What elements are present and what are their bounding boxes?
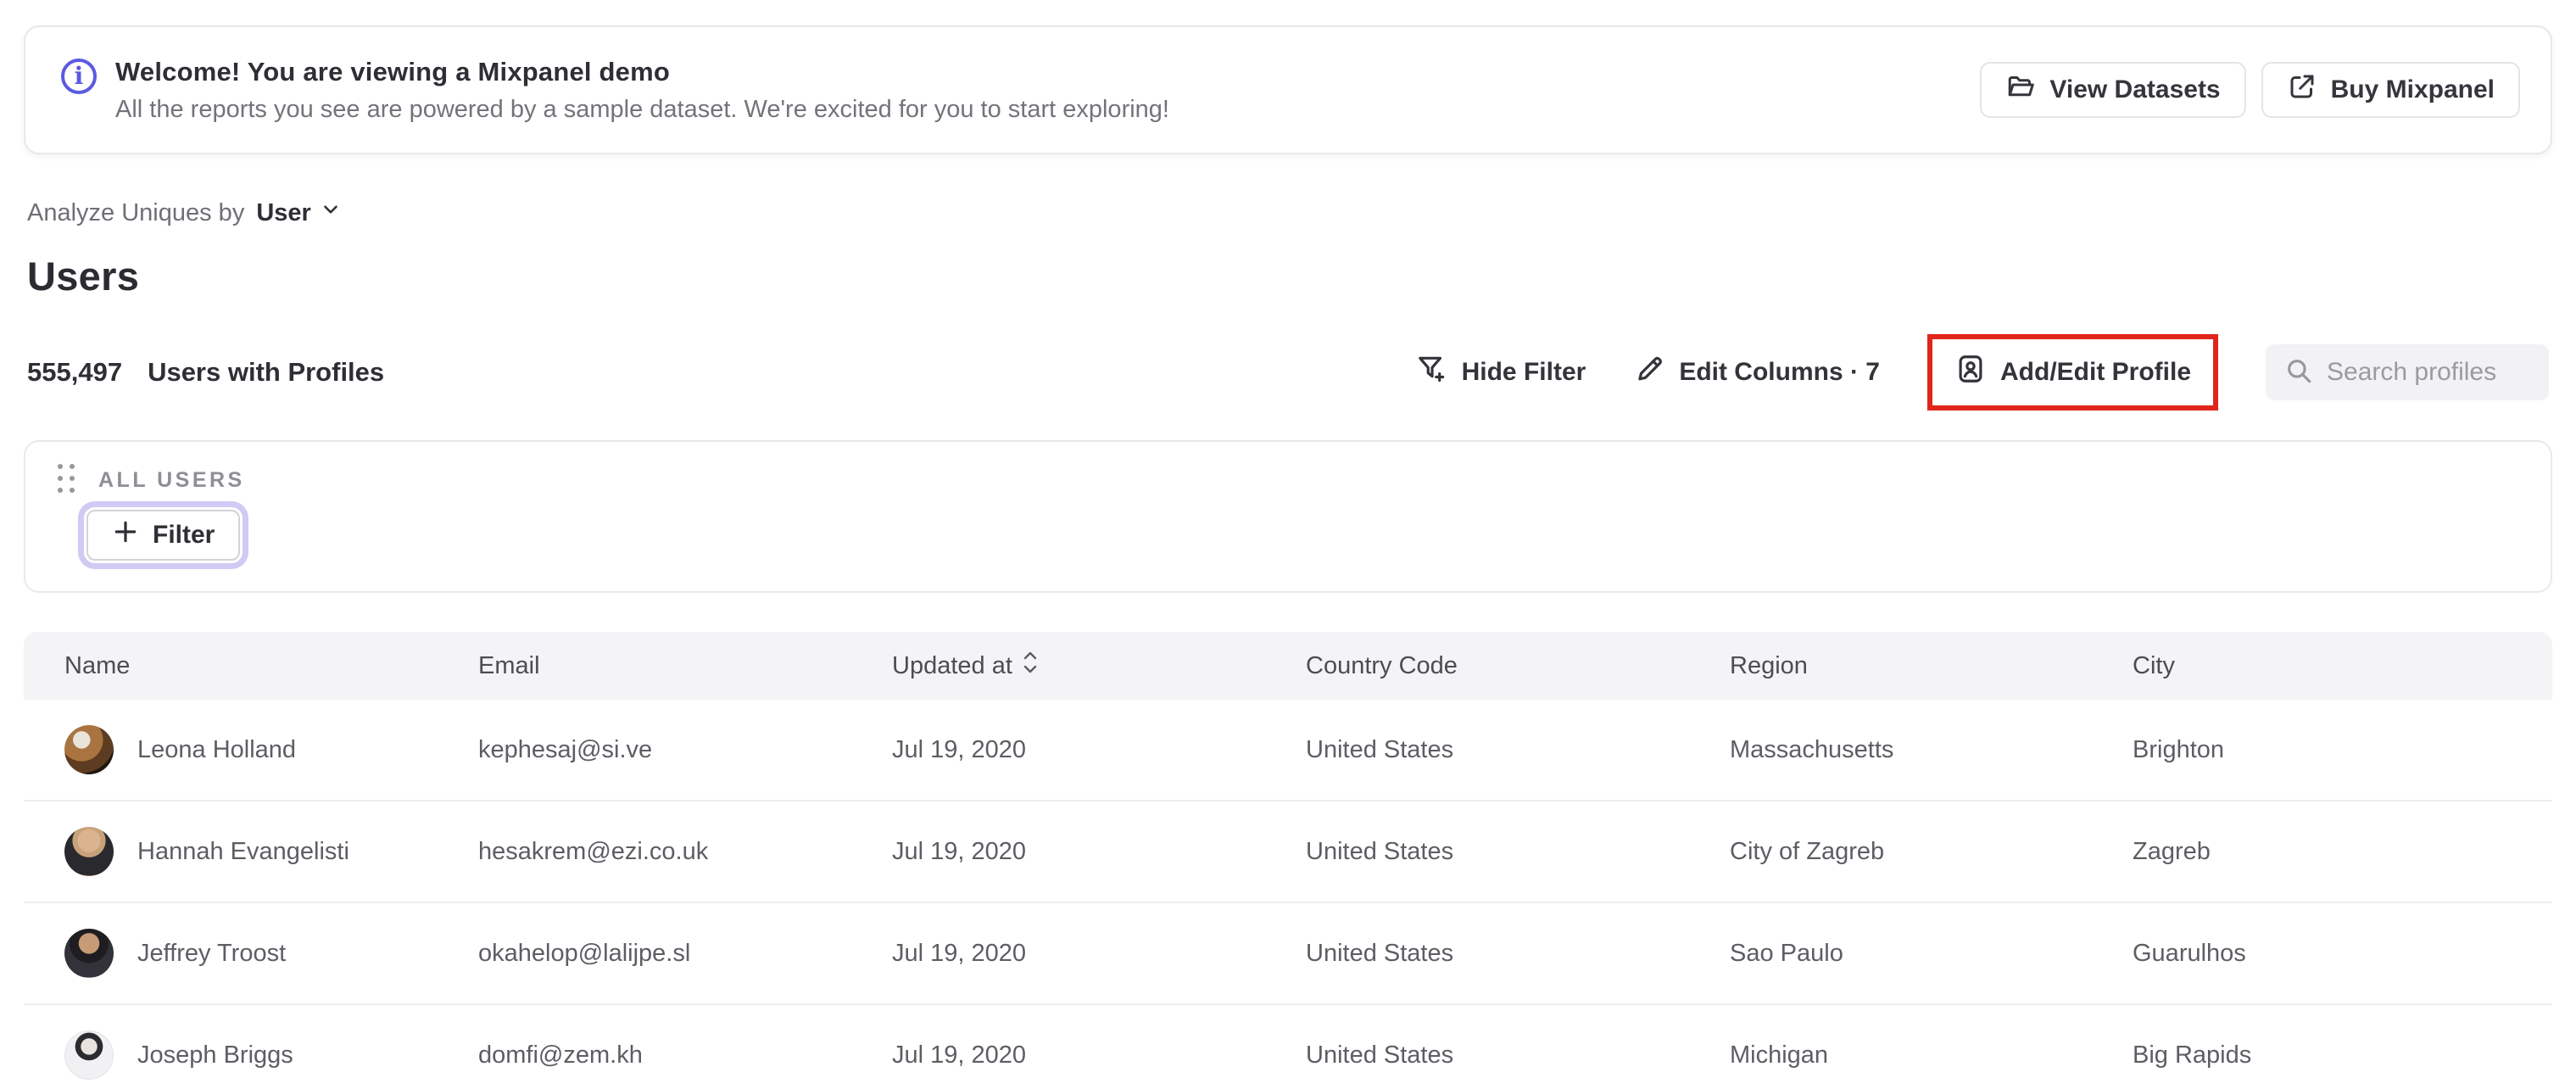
table-row[interactable]: Jeffrey Troost okahelop@lalijpe.sl Jul 1…: [24, 903, 2552, 1005]
buy-mixpanel-label: Buy Mixpanel: [2330, 75, 2495, 103]
user-name: Jeffrey Troost: [137, 939, 287, 967]
cohort-group-label: ALL USERS: [98, 467, 245, 492]
user-name: Joseph Briggs: [137, 1041, 293, 1069]
user-country: United States: [1306, 735, 1454, 763]
user-updated-at: Jul 19, 2020: [892, 939, 1027, 967]
search-icon: [2284, 356, 2313, 389]
user-region: Sao Paulo: [1730, 939, 1843, 967]
buy-mixpanel-button[interactable]: Buy Mixpanel: [2261, 62, 2520, 118]
user-badge-icon: [1954, 353, 1987, 392]
hide-filter-label: Hide Filter: [1461, 358, 1586, 386]
sort-icon: [1021, 650, 1040, 682]
view-datasets-button[interactable]: View Datasets: [1980, 62, 2246, 118]
page-title: Users: [27, 254, 140, 299]
add-filter-button[interactable]: Filter: [77, 501, 249, 569]
pencil-icon: [1633, 353, 1665, 392]
user-email: okahelop@lalijpe.sl: [478, 939, 691, 967]
avatar: [64, 1030, 114, 1080]
edit-columns-button[interactable]: Edit Columns · 7: [1633, 353, 1880, 392]
chevron-down-icon: [320, 198, 342, 227]
column-header-city[interactable]: City: [2133, 652, 2552, 680]
view-datasets-label: View Datasets: [2049, 75, 2221, 103]
user-country: United States: [1306, 1041, 1454, 1069]
user-updated-at: Jul 19, 2020: [892, 735, 1027, 763]
user-region: City of Zagreb: [1730, 837, 1885, 865]
user-updated-at: Jul 19, 2020: [892, 837, 1027, 865]
demo-banner: i Welcome! You are viewing a Mixpanel de…: [24, 25, 2552, 154]
user-country: United States: [1306, 939, 1454, 967]
search-profiles-input[interactable]: [2327, 358, 2522, 387]
avatar: [64, 725, 114, 774]
banner-subtitle: All the reports you see are powered by a…: [115, 95, 1169, 123]
info-icon: i: [61, 58, 97, 94]
edit-columns-label: Edit Columns · 7: [1679, 358, 1880, 386]
user-region: Michigan: [1730, 1041, 1829, 1069]
plus-icon: [112, 518, 139, 552]
user-name: Hannah Evangelisti: [137, 837, 349, 865]
column-header-region[interactable]: Region: [1730, 652, 2133, 680]
user-updated-at: Jul 19, 2020: [892, 1041, 1027, 1069]
analyze-uniques-row: Analyze Uniques by User: [27, 198, 2549, 227]
analyze-by-label: Analyze Uniques by: [27, 198, 245, 226]
user-city: Big Rapids: [2133, 1041, 2252, 1069]
drag-handle-icon[interactable]: [58, 464, 78, 496]
profiles-count-label: Users with Profiles: [148, 357, 385, 387]
analyze-by-value: User: [256, 198, 311, 226]
filter-funnel-icon: [1416, 353, 1448, 392]
user-city: Brighton: [2133, 735, 2225, 763]
profiles-count: 555,497: [27, 357, 123, 387]
user-name: Leona Holland: [137, 735, 297, 763]
external-link-icon: [2287, 71, 2317, 109]
profiles-table: Name Email Updated at Country Code Regio…: [24, 632, 2552, 1089]
hide-filter-button[interactable]: Hide Filter: [1416, 353, 1586, 392]
user-email: kephesaj@si.ve: [478, 735, 653, 763]
user-email: domfi@zem.kh: [478, 1041, 643, 1069]
add-edit-profile-label: Add/Edit Profile: [2000, 358, 2191, 386]
add-edit-profile-button[interactable]: Add/Edit Profile: [1954, 353, 2191, 392]
user-city: Guarulhos: [2133, 939, 2246, 967]
column-header-country-code[interactable]: Country Code: [1306, 652, 1730, 680]
user-region: Massachusetts: [1730, 735, 1894, 763]
user-email: hesakrem@ezi.co.uk: [478, 837, 709, 865]
add-edit-profile-highlight: Add/Edit Profile: [1927, 334, 2218, 410]
column-header-name[interactable]: Name: [64, 652, 478, 680]
search-profiles-box: [2266, 344, 2549, 400]
table-row[interactable]: Joseph Briggs domfi@zem.kh Jul 19, 2020 …: [24, 1005, 2552, 1089]
column-header-email[interactable]: Email: [478, 652, 892, 680]
banner-title: Welcome! You are viewing a Mixpanel demo: [115, 56, 671, 87]
add-filter-label: Filter: [153, 521, 215, 549]
table-header-row: Name Email Updated at Country Code Regio…: [24, 632, 2552, 700]
analyze-by-selector[interactable]: User: [256, 198, 342, 227]
avatar: [64, 827, 114, 876]
user-country: United States: [1306, 837, 1454, 865]
table-row[interactable]: Leona Holland kephesaj@si.ve Jul 19, 202…: [24, 700, 2552, 801]
folder-icon: [2005, 71, 2036, 109]
table-row[interactable]: Hannah Evangelisti hesakrem@ezi.co.uk Ju…: [24, 801, 2552, 903]
column-header-updated-at[interactable]: Updated at: [892, 650, 1306, 682]
user-city: Zagreb: [2133, 837, 2211, 865]
filter-panel: ALL USERS Filter: [24, 440, 2552, 593]
avatar: [64, 929, 114, 978]
